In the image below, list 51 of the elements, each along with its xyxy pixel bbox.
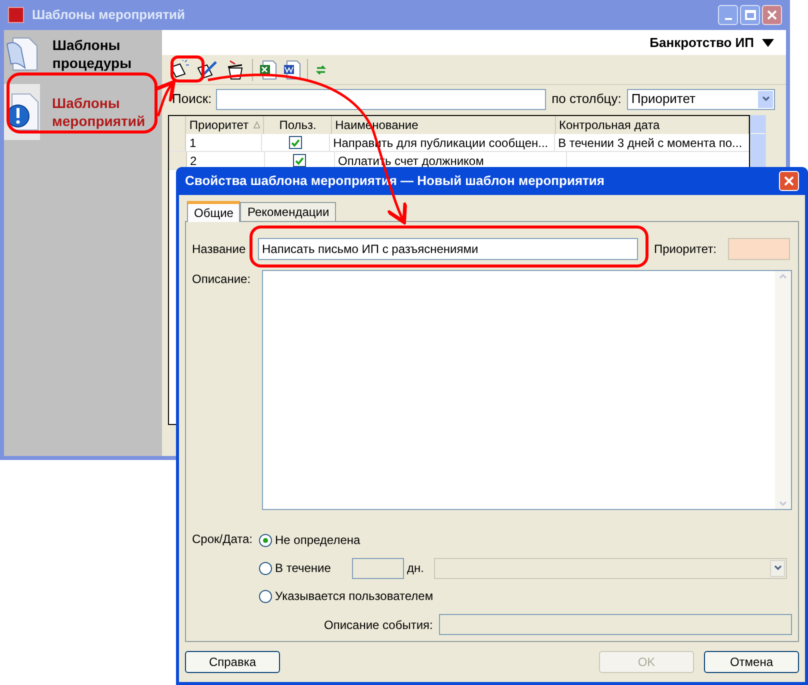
sidebar-item[interactable]: Шаблоны процедуры bbox=[4, 32, 162, 76]
minimize-button[interactable] bbox=[718, 5, 738, 25]
window-title: Шаблоны мероприятий bbox=[32, 6, 186, 24]
name-field[interactable]: Написать письмо ИП с разъяснениями bbox=[258, 238, 638, 260]
close-button[interactable] bbox=[762, 5, 782, 25]
dropdown-triangle-icon[interactable] bbox=[762, 38, 774, 46]
edit-document-icon[interactable] bbox=[196, 60, 218, 80]
document-icon bbox=[5, 36, 40, 72]
chevron-down-icon bbox=[762, 96, 770, 102]
priority-field[interactable] bbox=[728, 238, 790, 260]
radio-label[interactable]: Не определена bbox=[275, 531, 360, 549]
column-label: по столбцу: bbox=[552, 90, 622, 108]
text-document-icon[interactable] bbox=[283, 60, 301, 80]
close-icon bbox=[767, 10, 777, 20]
table-cell-text: В течении 3 дней с момента по... bbox=[557, 135, 744, 151]
column-header[interactable]: Приоритет bbox=[186, 116, 264, 134]
tab[interactable]: Общие bbox=[187, 201, 240, 222]
days-unit: дн. bbox=[407, 560, 425, 577]
check-icon bbox=[291, 138, 300, 146]
close-icon bbox=[784, 176, 794, 186]
priority-label: Приоритет: bbox=[654, 241, 717, 258]
column-dropdown[interactable]: Приоритет bbox=[627, 88, 776, 110]
column-header[interactable]: Польз. bbox=[264, 116, 332, 134]
checkbox[interactable] bbox=[289, 136, 302, 149]
radio-button[interactable] bbox=[259, 534, 272, 546]
search-field[interactable] bbox=[216, 88, 546, 110]
radio-button[interactable] bbox=[259, 590, 272, 602]
highlight-ring bbox=[170, 56, 204, 82]
close-button[interactable] bbox=[779, 171, 799, 191]
refresh-icon[interactable] bbox=[314, 62, 328, 76]
column-header[interactable]: Контрольная дата bbox=[556, 116, 750, 134]
dialog-button[interactable]: Справка bbox=[185, 651, 280, 673]
event-label: Описание события: bbox=[324, 616, 434, 634]
checkbox[interactable] bbox=[293, 154, 306, 167]
radio-button[interactable] bbox=[259, 562, 272, 574]
radio-label[interactable]: В течение bbox=[275, 559, 352, 577]
check-icon bbox=[295, 156, 304, 164]
deadline-label: Срок/Дата: bbox=[192, 531, 254, 548]
dialog-button[interactable]: Отмена bbox=[704, 651, 799, 673]
radio-label[interactable]: Указывается пользователем bbox=[275, 587, 434, 605]
context-title: Банкротство ИП bbox=[650, 34, 754, 52]
sidebar-item[interactable]: Шаблоны мероприятий bbox=[4, 84, 162, 140]
maximize-button[interactable] bbox=[740, 5, 760, 25]
table-cell: 1 bbox=[186, 134, 262, 151]
chevron-down-icon bbox=[774, 565, 782, 571]
app-icon bbox=[8, 7, 24, 23]
row-header[interactable] bbox=[169, 152, 187, 169]
description-label: Описание: bbox=[192, 271, 252, 288]
name-label: Название bbox=[192, 241, 247, 258]
search-label: Поиск: bbox=[172, 90, 212, 108]
tab[interactable]: Рекомендации bbox=[240, 202, 336, 221]
